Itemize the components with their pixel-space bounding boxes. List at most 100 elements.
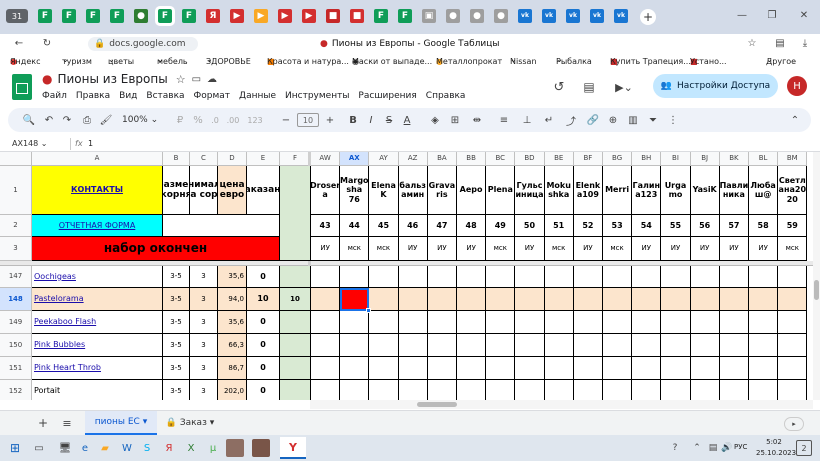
font-size-plus[interactable]: + xyxy=(324,113,336,127)
participant-order-cell[interactable] xyxy=(311,357,341,380)
participant-order-cell[interactable] xyxy=(340,357,370,380)
participant-order-cell[interactable] xyxy=(632,288,662,311)
participant-order-cell[interactable] xyxy=(457,311,487,334)
participant-code-BK[interactable]: ИУ xyxy=(719,237,749,261)
participant-order-cell[interactable] xyxy=(661,311,691,334)
participant-order-cell[interactable] xyxy=(398,334,428,357)
participant-order-cell[interactable] xyxy=(311,311,341,334)
zoom-select[interactable]: 100% ⌄ xyxy=(122,113,162,127)
participant-name-BA[interactable]: Grava ris xyxy=(427,166,457,215)
participant-order-cell[interactable] xyxy=(603,334,633,357)
search-menu-icon[interactable]: 🔍 xyxy=(22,113,36,127)
participant-order-cell[interactable] xyxy=(632,266,662,288)
menu-edit[interactable]: Правка xyxy=(76,91,110,101)
clock[interactable]: 5:02 25.10.2023 xyxy=(756,437,796,459)
print-icon[interactable]: ⎙ xyxy=(80,113,94,127)
participant-number-AZ[interactable]: 46 xyxy=(398,215,428,237)
photo-app-2-icon[interactable] xyxy=(252,439,270,457)
number-format-icon[interactable]: 123 xyxy=(247,113,262,127)
participant-order-cell[interactable] xyxy=(486,334,516,357)
participant-name-BH[interactable]: Галин а123 xyxy=(632,166,662,215)
tray-expand-icon[interactable]: ⌃ xyxy=(690,441,704,455)
browser-tab-favicon-icon[interactable]: F xyxy=(374,9,388,23)
ordered-cell[interactable]: 10 xyxy=(247,288,280,311)
participant-order-cell[interactable] xyxy=(573,288,603,311)
participant-code-AW[interactable]: ИУ xyxy=(311,237,341,261)
browser-tab-favicon-icon[interactable]: ▶ xyxy=(230,9,244,23)
browser-tab-favicon-icon[interactable]: F xyxy=(110,9,124,23)
notifications-icon[interactable]: 2 xyxy=(796,440,812,456)
participant-number-AY[interactable]: 45 xyxy=(369,215,399,237)
history-icon[interactable]: ↺ xyxy=(550,78,568,96)
participant-number-BA[interactable]: 47 xyxy=(427,215,457,237)
participant-order-cell[interactable] xyxy=(544,288,574,311)
participant-order-cell[interactable] xyxy=(369,334,399,357)
participant-order-cell[interactable] xyxy=(515,380,545,400)
participant-order-cell[interactable] xyxy=(515,266,545,288)
column-header-AZ[interactable]: AZ xyxy=(398,152,428,166)
ordered-cell[interactable]: 0 xyxy=(247,357,280,380)
tab-count-badge[interactable]: 31 xyxy=(6,9,28,23)
bookmark-tourism[interactable]: туризм ⌄ xyxy=(62,55,92,66)
word-icon[interactable]: W xyxy=(120,441,134,455)
merge-cells-icon[interactable]: ⇹ xyxy=(468,113,486,127)
row2-blank[interactable] xyxy=(163,215,280,237)
root-size-cell[interactable]: 3-5 xyxy=(163,357,190,380)
fill-handle[interactable] xyxy=(366,308,372,313)
spreadsheet-grid[interactable]: A B C D E F AW AX AY AZ BA BB BC BD BE BF BG BH BI BJ BK BL BM… xyxy=(0,152,813,400)
participant-order-cell[interactable] xyxy=(632,357,662,380)
participant-order-cell[interactable] xyxy=(457,266,487,288)
set-closed-banner[interactable]: набор окончен xyxy=(32,237,280,261)
sheets-logo-icon[interactable] xyxy=(12,74,32,100)
browser-tab-favicon-icon[interactable]: ▶ xyxy=(302,9,316,23)
peony-name-link[interactable]: Peekaboo Flash xyxy=(32,311,163,334)
min-order-cell[interactable]: 3 xyxy=(190,311,218,334)
bookmark-other[interactable]: Другое ⌄ xyxy=(766,55,796,66)
help-tray-icon[interactable]: ? xyxy=(668,441,682,455)
browser-tab-favicon-icon[interactable]: F xyxy=(182,9,196,23)
participant-order-cell[interactable] xyxy=(749,311,779,334)
participant-name-AX[interactable]: Margo sha 76 xyxy=(340,166,370,215)
peony-name-link[interactable]: Pastelorama xyxy=(32,288,163,311)
participant-order-cell[interactable] xyxy=(369,357,399,380)
browser-tab-favicon-icon[interactable]: F xyxy=(155,6,175,26)
participant-order-cell[interactable] xyxy=(632,334,662,357)
column-header-BK[interactable]: BK xyxy=(719,152,749,166)
f-col-header-block[interactable] xyxy=(280,166,311,261)
share-button[interactable]: 👥 Настройки Доступа xyxy=(653,74,778,98)
participant-code-AX[interactable]: мск xyxy=(340,237,370,261)
star-icon[interactable]: ☆ xyxy=(176,73,186,86)
close-window-icon[interactable]: ✕ xyxy=(797,8,811,22)
more-icon[interactable]: ⋮ xyxy=(666,113,680,127)
participant-order-cell[interactable] xyxy=(369,288,399,311)
ordered-cell[interactable]: 0 xyxy=(247,334,280,357)
participant-name-BF[interactable]: Elenk a109 xyxy=(573,166,603,215)
participant-order-cell[interactable] xyxy=(486,266,516,288)
skype-icon[interactable]: S xyxy=(140,441,154,455)
participant-number-AW[interactable]: 43 xyxy=(311,215,341,237)
excel-icon[interactable]: X xyxy=(184,441,198,455)
row-header-147[interactable]: 147 xyxy=(0,266,32,288)
browser-tab-favicon-icon[interactable]: F xyxy=(38,9,52,23)
participant-name-BB[interactable]: Aepo xyxy=(457,166,487,215)
column-header-AX[interactable]: AX xyxy=(340,152,370,166)
currency-icon[interactable]: ₽ xyxy=(173,113,187,127)
row-header-3[interactable]: 3 xyxy=(0,237,32,261)
column-header-BD[interactable]: BD xyxy=(515,152,545,166)
participant-number-BC[interactable]: 49 xyxy=(486,215,516,237)
fill-color-icon[interactable]: ◈ xyxy=(428,113,442,127)
folder-icon[interactable]: ▰ xyxy=(98,441,112,455)
participant-name-BC[interactable]: Plena xyxy=(486,166,516,215)
root-size-cell[interactable]: 3-5 xyxy=(163,334,190,357)
participant-order-cell[interactable] xyxy=(778,266,808,288)
participant-order-cell[interactable] xyxy=(719,380,749,400)
participant-code-BC[interactable]: мск xyxy=(486,237,516,261)
participant-name-AW[interactable]: Droser a xyxy=(311,166,341,215)
participant-order-cell[interactable] xyxy=(340,311,370,334)
participant-number-BK[interactable]: 57 xyxy=(719,215,749,237)
column-header-BJ[interactable]: BJ xyxy=(690,152,720,166)
participant-name-BE[interactable]: Moku shka xyxy=(544,166,574,215)
formula-input[interactable]: 1 xyxy=(88,139,93,148)
browser-tab-favicon-icon[interactable]: ● xyxy=(134,9,148,23)
participant-code-BH[interactable]: ИУ xyxy=(632,237,662,261)
